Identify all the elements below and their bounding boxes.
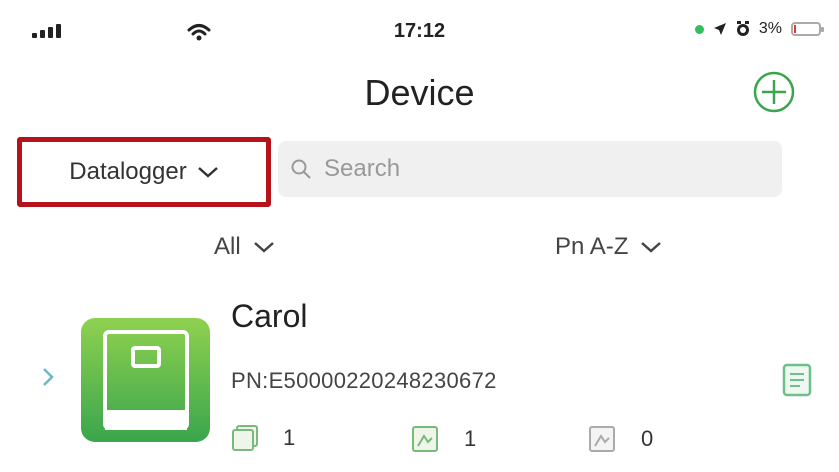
chevron-down-icon bbox=[197, 167, 218, 178]
alarm-icon bbox=[736, 21, 749, 36]
status-filter-dropdown[interactable]: All bbox=[214, 233, 275, 261]
sort-order-label: Pn A-Z bbox=[555, 233, 629, 260]
device-name: Carol bbox=[231, 298, 308, 334]
battery-percent: 3% bbox=[758, 20, 782, 37]
search-bar[interactable] bbox=[278, 141, 782, 197]
stat-total-value: 1 bbox=[283, 425, 296, 450]
stat-offline: 0 bbox=[587, 424, 653, 454]
location-arrow-icon bbox=[713, 23, 726, 35]
device-image[interactable] bbox=[81, 318, 210, 442]
status-indicators: 3% bbox=[694, 20, 824, 38]
expand-chevron-right-icon[interactable] bbox=[40, 366, 56, 388]
stat-online-value: 1 bbox=[464, 426, 477, 451]
stat-offline-value: 0 bbox=[641, 426, 654, 451]
page-title: Device bbox=[364, 72, 475, 113]
stat-total: 1 bbox=[231, 424, 295, 452]
online-device-icon bbox=[412, 426, 438, 452]
add-device-button[interactable] bbox=[752, 70, 796, 114]
search-icon bbox=[291, 159, 311, 179]
device-stack-icon bbox=[232, 425, 258, 451]
device-type-dropdown[interactable]: Datalogger bbox=[17, 137, 271, 207]
stat-online: 1 bbox=[410, 424, 476, 454]
search-input[interactable] bbox=[322, 154, 746, 184]
battery-icon bbox=[791, 22, 824, 36]
status-filter-label: All bbox=[214, 233, 241, 260]
device-type-label: Datalogger bbox=[69, 158, 187, 185]
datalogger-device-icon bbox=[103, 330, 189, 430]
offline-device-icon bbox=[589, 426, 615, 452]
document-icon[interactable] bbox=[781, 362, 813, 398]
sort-order-dropdown[interactable]: Pn A-Z bbox=[555, 233, 662, 261]
chevron-down-icon bbox=[253, 242, 274, 253]
chevron-down-icon bbox=[641, 242, 662, 253]
device-pn: PN:E50000220248230672 bbox=[231, 368, 497, 393]
online-dot-icon bbox=[694, 24, 704, 34]
